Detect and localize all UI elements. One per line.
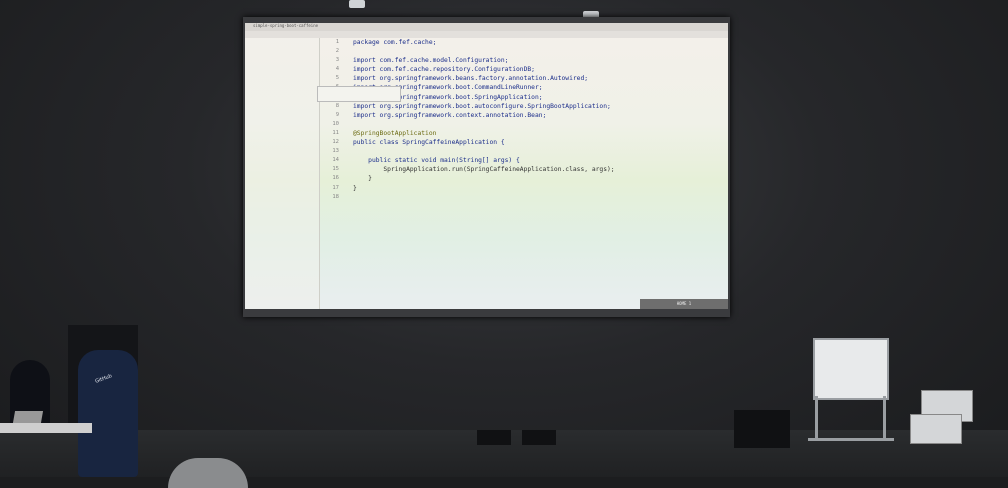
stage-monitor (477, 430, 511, 445)
code-line: import org.springframework.context.annot… (353, 111, 547, 119)
code-line: } (353, 175, 372, 183)
presenter-table (0, 423, 92, 433)
code-line: import com.fef.cache.repository.Configur… (353, 66, 535, 74)
line-number: 18 (332, 193, 339, 200)
code-line: import org.springframework.boot.autoconf… (353, 102, 611, 110)
whiteboard-stand (808, 438, 894, 441)
presenter (78, 350, 138, 477)
whiteboard-stand (883, 396, 886, 440)
whiteboard-stand (815, 396, 818, 440)
code-editor: package com.fef.cache; import com.fef.cac… (353, 38, 723, 202)
line-number: 9 (335, 111, 339, 118)
stage-monitor (522, 430, 556, 445)
line-number: 1 (335, 39, 339, 45)
laptop (12, 411, 44, 423)
line-number: 11 (332, 129, 339, 136)
line-number: 8 (335, 102, 339, 109)
code-line: import org.springframework.boot.CommandL… (353, 84, 543, 92)
ceiling-light (349, 0, 365, 8)
code-line: import org.springframework.boot.SpringAp… (353, 93, 543, 101)
status-indicator: HOME 1 (640, 299, 728, 309)
cardboard-box (910, 414, 962, 444)
code-line: import com.fef.cache.model.Configuration… (353, 57, 509, 65)
projection-screen: simple-spring-boot-caffeine 123456789101… (243, 17, 730, 317)
line-number: 17 (332, 184, 339, 191)
popup-row (318, 89, 400, 91)
subwoofer (734, 410, 790, 448)
whiteboard (813, 338, 889, 400)
line-number: 2 (335, 48, 339, 55)
ide-title-bar: simple-spring-boot-caffeine (245, 23, 728, 31)
code-line: @SpringBootApplication (353, 129, 437, 137)
import-popup (317, 86, 401, 102)
line-number: 13 (332, 148, 339, 155)
line-number: 12 (332, 139, 339, 146)
line-number: 3 (335, 57, 339, 64)
code-line: public static void main(String[] args) { (353, 157, 520, 165)
code-line: package com.fef.cache; (353, 39, 437, 46)
line-number: 16 (332, 175, 339, 182)
ide-window: simple-spring-boot-caffeine 123456789101… (245, 23, 728, 309)
code-line: SpringApplication.run(SpringCaffeineAppl… (353, 166, 615, 174)
line-number: 4 (335, 66, 339, 73)
code-line: } (353, 184, 357, 192)
line-number: 10 (332, 120, 339, 127)
line-number: 15 (332, 166, 339, 173)
tree-row (245, 38, 319, 43)
line-number-gutter: 123456789101112131415161718 (321, 38, 351, 298)
line-number: 5 (335, 75, 339, 82)
ide-tab-bar (245, 31, 728, 38)
code-line: import org.springframework.beans.factory… (353, 75, 589, 83)
project-tree-panel (245, 38, 320, 309)
ide-title: simple-spring-boot-caffeine (253, 23, 319, 28)
code-line: public class SpringCaffeineApplication { (353, 139, 505, 147)
line-number: 14 (332, 157, 339, 164)
